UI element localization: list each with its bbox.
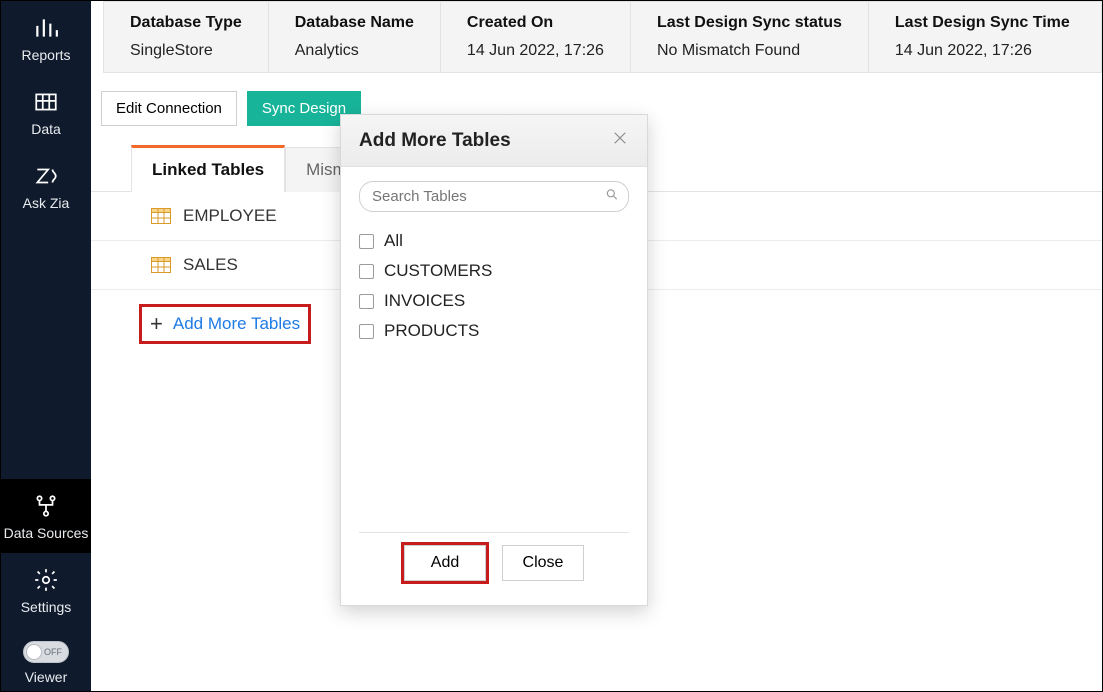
sidebar-item-label: Ask Zia bbox=[23, 195, 70, 211]
checklist-item[interactable]: CUSTOMERS bbox=[359, 256, 629, 286]
checklist-label: PRODUCTS bbox=[384, 321, 479, 341]
checklist-label: CUSTOMERS bbox=[384, 261, 492, 281]
checklist-item-all[interactable]: All bbox=[359, 226, 629, 256]
add-more-label: Add More Tables bbox=[173, 314, 300, 334]
checkbox[interactable] bbox=[359, 324, 374, 339]
sidebar-item-label: Data bbox=[31, 121, 61, 137]
sidebar-item-label: Reports bbox=[21, 47, 70, 63]
checklist-item[interactable]: PRODUCTS bbox=[359, 316, 629, 346]
sidebar-item-viewer[interactable]: OFF Viewer bbox=[1, 627, 91, 691]
data-sources-icon bbox=[33, 493, 59, 519]
sidebar-item-settings[interactable]: Settings bbox=[1, 553, 91, 627]
summary-head: Database Name bbox=[295, 14, 414, 32]
add-more-tables-modal: Add More Tables All CUSTOMERS INVOICES bbox=[340, 114, 648, 606]
sidebar-item-ask-zia[interactable]: Ask Zia bbox=[1, 149, 91, 223]
search-tables-input[interactable] bbox=[359, 181, 629, 212]
summary-bar: Database Type SingleStore Database Name … bbox=[103, 1, 1102, 73]
sidebar-item-data-sources[interactable]: Data Sources bbox=[1, 479, 91, 553]
summary-cell-sync-status: Last Design Sync status No Mismatch Foun… bbox=[631, 2, 869, 72]
modal-close-button[interactable]: Close bbox=[502, 545, 584, 581]
summary-value: No Mismatch Found bbox=[657, 42, 842, 60]
checklist-label: INVOICES bbox=[384, 291, 465, 311]
tables-checklist: All CUSTOMERS INVOICES PRODUCTS bbox=[359, 226, 629, 346]
summary-head: Created On bbox=[467, 14, 604, 32]
modal-title: Add More Tables bbox=[359, 130, 511, 152]
summary-head: Database Type bbox=[130, 14, 242, 32]
modal-add-button[interactable]: Add bbox=[404, 545, 486, 581]
add-more-tables-button[interactable]: + Add More Tables bbox=[139, 304, 311, 344]
checkbox[interactable] bbox=[359, 234, 374, 249]
summary-value: SingleStore bbox=[130, 42, 242, 60]
table-icon bbox=[151, 208, 171, 224]
summary-cell-created-on: Created On 14 Jun 2022, 17:26 bbox=[441, 2, 631, 72]
toggle-state: OFF bbox=[44, 647, 62, 657]
linked-table-name: SALES bbox=[183, 255, 238, 275]
sidebar-item-data[interactable]: Data bbox=[1, 75, 91, 149]
sidebar-item-reports[interactable]: Reports bbox=[1, 1, 91, 75]
bar-chart-icon bbox=[33, 15, 59, 41]
sidebar-item-label: Settings bbox=[21, 599, 72, 615]
summary-value: 14 Jun 2022, 17:26 bbox=[467, 42, 604, 60]
plus-icon: + bbox=[150, 313, 163, 335]
linked-table-name: EMPLOYEE bbox=[183, 206, 277, 226]
modal-footer: Add Close bbox=[341, 533, 647, 605]
summary-head: Last Design Sync Time bbox=[895, 14, 1070, 32]
sidebar: Reports Data Ask Zia Data Sources Settin… bbox=[1, 1, 91, 691]
viewer-toggle[interactable]: OFF bbox=[23, 641, 69, 663]
modal-header: Add More Tables bbox=[341, 115, 647, 167]
gear-icon bbox=[33, 567, 59, 593]
search-icon bbox=[605, 187, 619, 206]
tab-linked-tables[interactable]: Linked Tables bbox=[131, 145, 285, 192]
zia-icon bbox=[33, 163, 59, 189]
summary-cell-db-type: Database Type SingleStore bbox=[104, 2, 269, 72]
table-icon bbox=[33, 89, 59, 115]
checkbox[interactable] bbox=[359, 294, 374, 309]
modal-body: All CUSTOMERS INVOICES PRODUCTS bbox=[341, 167, 647, 352]
checkbox[interactable] bbox=[359, 264, 374, 279]
close-icon bbox=[611, 129, 629, 147]
summary-value: Analytics bbox=[295, 42, 414, 60]
sidebar-item-label: Viewer bbox=[25, 669, 68, 685]
summary-cell-db-name: Database Name Analytics bbox=[269, 2, 441, 72]
modal-close-button[interactable] bbox=[611, 129, 629, 152]
summary-cell-sync-time: Last Design Sync Time 14 Jun 2022, 17:26 bbox=[869, 2, 1096, 72]
summary-head: Last Design Sync status bbox=[657, 14, 842, 32]
table-icon bbox=[151, 257, 171, 273]
checklist-label: All bbox=[384, 231, 403, 251]
checklist-item[interactable]: INVOICES bbox=[359, 286, 629, 316]
summary-value: 14 Jun 2022, 17:26 bbox=[895, 42, 1070, 60]
edit-connection-button[interactable]: Edit Connection bbox=[101, 91, 237, 126]
sidebar-item-label: Data Sources bbox=[4, 525, 89, 541]
